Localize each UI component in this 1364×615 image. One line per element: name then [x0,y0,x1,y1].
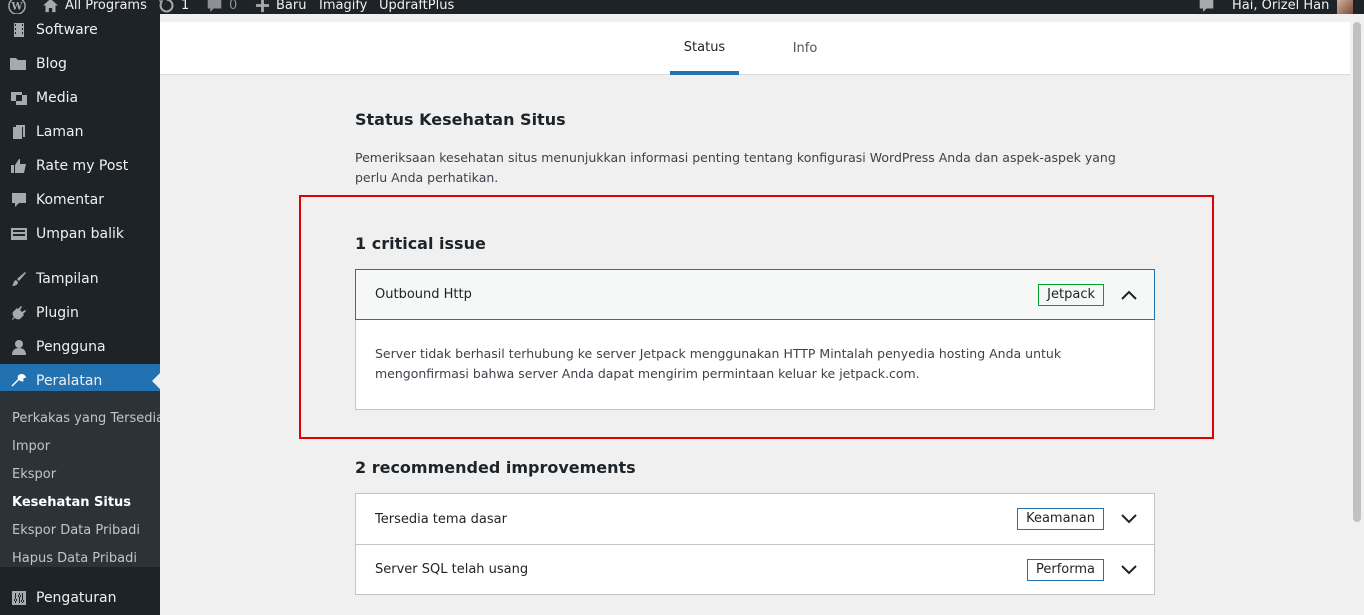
comment-icon [0,192,36,208]
imagify-label: Imagify [319,0,368,13]
wrench-icon [0,373,36,389]
submenu-erase-personal-data[interactable]: Hapus Data Pribadi [12,549,137,569]
notifications-icon[interactable] [1198,0,1215,14]
plug-icon [0,305,36,321]
my-account-link[interactable]: Hai, Orizel Han [1232,0,1354,14]
menu-item-media[interactable]: Media [0,81,160,115]
chevron-up-icon[interactable] [1116,282,1142,308]
menu-label: Pengaturan [36,590,117,606]
user-icon [0,339,36,355]
updraftplus-link[interactable]: UpdraftPlus [379,0,454,14]
chevron-down-icon[interactable] [1116,557,1142,583]
comments-link[interactable]: 0 [206,0,237,14]
issue-badge: Keamanan [1017,508,1104,530]
menu-label: Laman [36,124,84,140]
site-name: All Programs [65,0,147,13]
new-label: Baru [276,0,307,13]
menu-item-laman[interactable]: Laman [0,115,160,149]
page-scrollbar[interactable] [1350,14,1364,615]
current-menu-pointer [152,373,160,389]
site-health-tabs: Status Info [160,22,1350,75]
menu-item-blog[interactable]: Blog [0,47,160,81]
issue-badge: Jetpack [1038,283,1104,306]
issue-default-theme[interactable]: Tersedia tema dasar Keamanan [356,494,1154,544]
submenu-available-tools[interactable]: Perkakas yang Tersedia [12,409,160,429]
menu-label: Plugin [36,305,79,321]
issue-detail-panel: Server tidak berhasil terhubung ke serve… [356,320,1154,409]
menu-label: Komentar [36,192,104,208]
menu-item-umpan-balik[interactable]: Umpan balik [0,217,160,251]
menu-label: Blog [36,56,67,72]
menu-label: Tampilan [36,271,99,287]
menu-label: Media [36,90,79,106]
issue-outbound-http[interactable]: Outbound Http Jetpack [355,269,1155,320]
critical-issues-heading: 1 critical issue [355,234,486,253]
menu-label: Peralatan [36,373,103,389]
issue-label: Outbound Http [375,287,472,302]
tab-status[interactable]: Status [670,22,739,75]
avatar [1337,0,1354,14]
page-title: Status Kesehatan Situs [355,110,566,129]
film-icon [0,22,36,38]
pages-icon [0,124,36,140]
site-name-link[interactable]: All Programs [42,0,147,14]
issue-label: Tersedia tema dasar [375,511,507,527]
home-icon [43,0,58,13]
wordpress-logo-icon[interactable]: W [8,0,26,14]
issue-label: Server SQL telah usang [375,562,529,577]
submenu-import[interactable]: Impor [12,437,50,457]
recommended-improvements-accordion: Tersedia tema dasar Keamanan Server SQL … [355,493,1155,595]
scrollbar-thumb[interactable] [1353,22,1361,522]
critical-issues-accordion: Outbound Http Jetpack Server tidak berha… [355,269,1155,410]
admin-bar: W All Programs 1 0 Baru Imagify UpdraftP… [0,0,1364,14]
tools-submenu: Perkakas yang Tersedia Impor Ekspor Kese… [0,391,160,567]
submenu-site-health[interactable]: Kesehatan Situs [12,493,131,513]
menu-item-plugin[interactable]: Plugin [0,296,160,330]
new-content-link[interactable]: Baru [255,0,306,14]
thumbs-up-icon [0,158,36,174]
settings-icon [0,590,36,606]
menu-item-pengaturan[interactable]: Pengaturan [0,581,160,615]
imagify-link[interactable]: Imagify [319,0,367,14]
menu-label: Rate my Post [36,158,129,174]
comment-bubble-icon [207,0,222,12]
feedback-icon [0,226,36,242]
greeting: Hai, Orizel Han [1232,0,1330,13]
menu-item-tampilan[interactable]: Tampilan [0,262,160,296]
menu-label: Pengguna [36,339,106,355]
menu-item-rate-my-post[interactable]: Rate my Post [0,149,160,183]
submenu-export-personal-data[interactable]: Ekspor Data Pribadi [12,521,140,541]
recommended-improvements-heading: 2 recommended improvements [355,458,636,477]
folder-icon [0,56,36,72]
issue-detail-text: Server tidak berhasil terhubung ke serve… [375,346,1062,381]
tab-info[interactable]: Info [780,22,830,74]
issue-badge: Performa [1027,558,1104,581]
menu-item-komentar[interactable]: Komentar [0,183,160,217]
comments-count: 0 [229,0,238,13]
svg-text:W: W [10,1,23,12]
updates-count: 1 [181,0,190,13]
page-description: Pemeriksaan kesehatan situs menunjukkan … [355,150,1116,185]
menu-label: Software [36,22,98,38]
chevron-down-icon[interactable] [1116,506,1142,532]
updraftplus-label: UpdraftPlus [379,0,455,13]
brush-icon [0,271,36,287]
plus-icon [255,0,270,13]
menu-label: Umpan balik [36,226,125,242]
menu-item-software[interactable]: Software [0,14,160,47]
refresh-icon [158,0,174,13]
submenu-export[interactable]: Ekspor [12,465,56,485]
menu-item-pengguna[interactable]: Pengguna [0,330,160,364]
media-icon [0,90,36,106]
admin-sidebar: Software Blog Media Laman Rate my Post K… [0,14,160,615]
issue-sql-server-outdated[interactable]: Server SQL telah usang Performa [356,544,1154,594]
updates-link[interactable]: 1 [158,0,189,14]
